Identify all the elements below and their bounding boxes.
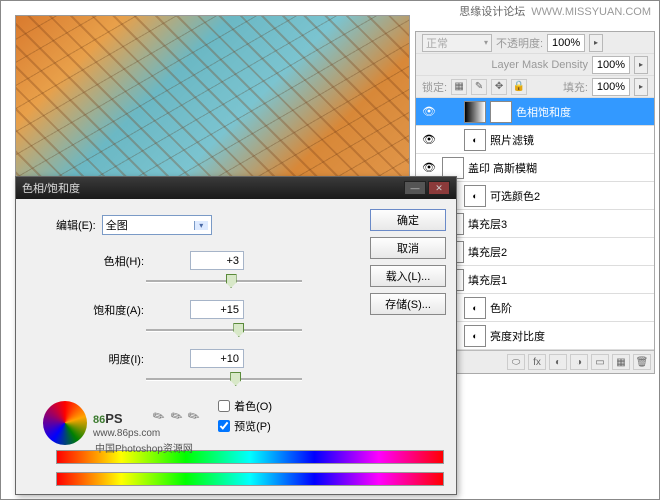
ok-button[interactable]: 确定 (370, 209, 446, 231)
minimize-icon[interactable]: — (404, 181, 426, 195)
layer-name: 亮度对比度 (490, 328, 545, 344)
saturation-input[interactable]: +15 (190, 300, 244, 319)
hue-slider[interactable] (146, 272, 302, 290)
spectrum-bar-2 (56, 472, 444, 486)
mask-density-stepper[interactable]: ▸ (634, 56, 648, 74)
fill-input[interactable]: 100% (592, 78, 630, 96)
eyedropper-minus-icon[interactable]: ✎ (185, 406, 204, 427)
edit-label: 编辑(E): (56, 217, 96, 233)
fill-stepper[interactable]: ▸ (634, 78, 648, 96)
lightness-slider[interactable] (146, 370, 302, 388)
logo-swirl-icon (43, 401, 87, 445)
lock-all-icon[interactable]: 🔒 (511, 79, 527, 95)
lightness-input[interactable]: +10 (190, 349, 244, 368)
lightness-label: 明度(I): (86, 351, 144, 367)
lock-move-icon[interactable]: ✥ (491, 79, 507, 95)
layer-name: 色阶 (490, 300, 512, 316)
layer-thumb[interactable]: ◐ (490, 101, 512, 123)
layer-name: 可选颜色2 (490, 188, 540, 204)
layer-thumb[interactable]: ◐ (464, 129, 486, 151)
fx-icon[interactable]: fx (528, 354, 546, 370)
save-button[interactable]: 存储(S)... (370, 293, 446, 315)
layer-name: 照片滤镜 (490, 132, 534, 148)
dialog-titlebar[interactable]: 色相/饱和度 — ✕ (16, 177, 456, 199)
visibility-icon[interactable]: 👁 (420, 103, 438, 121)
watermark: 思缘设计论坛WWW.MISSYUAN.COM (459, 3, 651, 19)
link-icon[interactable]: ⬭ (507, 354, 525, 370)
folder-icon[interactable]: ▭ (591, 354, 609, 370)
opacity-input[interactable]: 100% (547, 34, 585, 52)
hue-label: 色相(H): (86, 253, 144, 269)
cancel-button[interactable]: 取消 (370, 237, 446, 259)
visibility-icon[interactable]: 👁 (420, 159, 438, 177)
preview-checkbox[interactable]: 预览(P) (218, 418, 272, 434)
opacity-stepper[interactable]: ▸ (589, 34, 603, 52)
visibility-icon[interactable]: 👁 (420, 131, 438, 149)
layer-name: 填充层1 (468, 272, 507, 288)
lock-label: 锁定: (422, 79, 447, 95)
dialog-title: 色相/饱和度 (22, 180, 80, 196)
hue-saturation-dialog: 色相/饱和度 — ✕ 编辑(E): 全图▾ 色相(H): +3 饱和度(A): … (15, 176, 457, 495)
mask-density-label: Layer Mask Density (491, 59, 588, 71)
layer-name: 盖印 高斯模糊 (468, 160, 537, 176)
layer-name: 色相饱和度 (516, 104, 571, 120)
saturation-label: 饱和度(A): (86, 302, 144, 318)
trash-icon[interactable]: 🗑 (633, 354, 651, 370)
close-icon[interactable]: ✕ (428, 181, 450, 195)
logo-subtitle: 中国Photoshop资源网 (95, 440, 193, 455)
mask-icon[interactable]: ◐ (549, 354, 567, 370)
edit-combo[interactable]: 全图▾ (102, 215, 212, 235)
load-button[interactable]: 载入(L)... (370, 265, 446, 287)
lock-transparency-icon[interactable]: ▦ (451, 79, 467, 95)
layer-thumb[interactable]: ◐ (464, 325, 486, 347)
mask-density-input[interactable]: 100% (592, 56, 630, 74)
colorize-checkbox[interactable]: 着色(O) (218, 398, 272, 414)
adjustment-icon[interactable]: ◑ (570, 354, 588, 370)
layer-thumb[interactable]: ◐ (464, 185, 486, 207)
layer-name: 填充层2 (468, 244, 507, 260)
layer-item[interactable]: 👁 ◐照片滤镜 (416, 126, 654, 154)
lock-paint-icon[interactable]: ✎ (471, 79, 487, 95)
layer-thumb[interactable]: ◐ (464, 297, 486, 319)
layer-mask-thumb[interactable] (464, 101, 486, 123)
hue-input[interactable]: +3 (190, 251, 244, 270)
layer-name: 填充层3 (468, 216, 507, 232)
eyedropper-plus-icon[interactable]: ✎ (167, 406, 186, 427)
new-layer-icon[interactable]: ▦ (612, 354, 630, 370)
logo: 86PS www.86ps.com (43, 401, 160, 445)
fill-label: 填充: (563, 79, 588, 95)
opacity-label: 不透明度: (496, 35, 543, 51)
blend-mode-select[interactable]: 正常▾ (422, 34, 492, 52)
saturation-slider[interactable] (146, 321, 302, 339)
layer-item[interactable]: 👁 ◐色相饱和度 (416, 98, 654, 126)
